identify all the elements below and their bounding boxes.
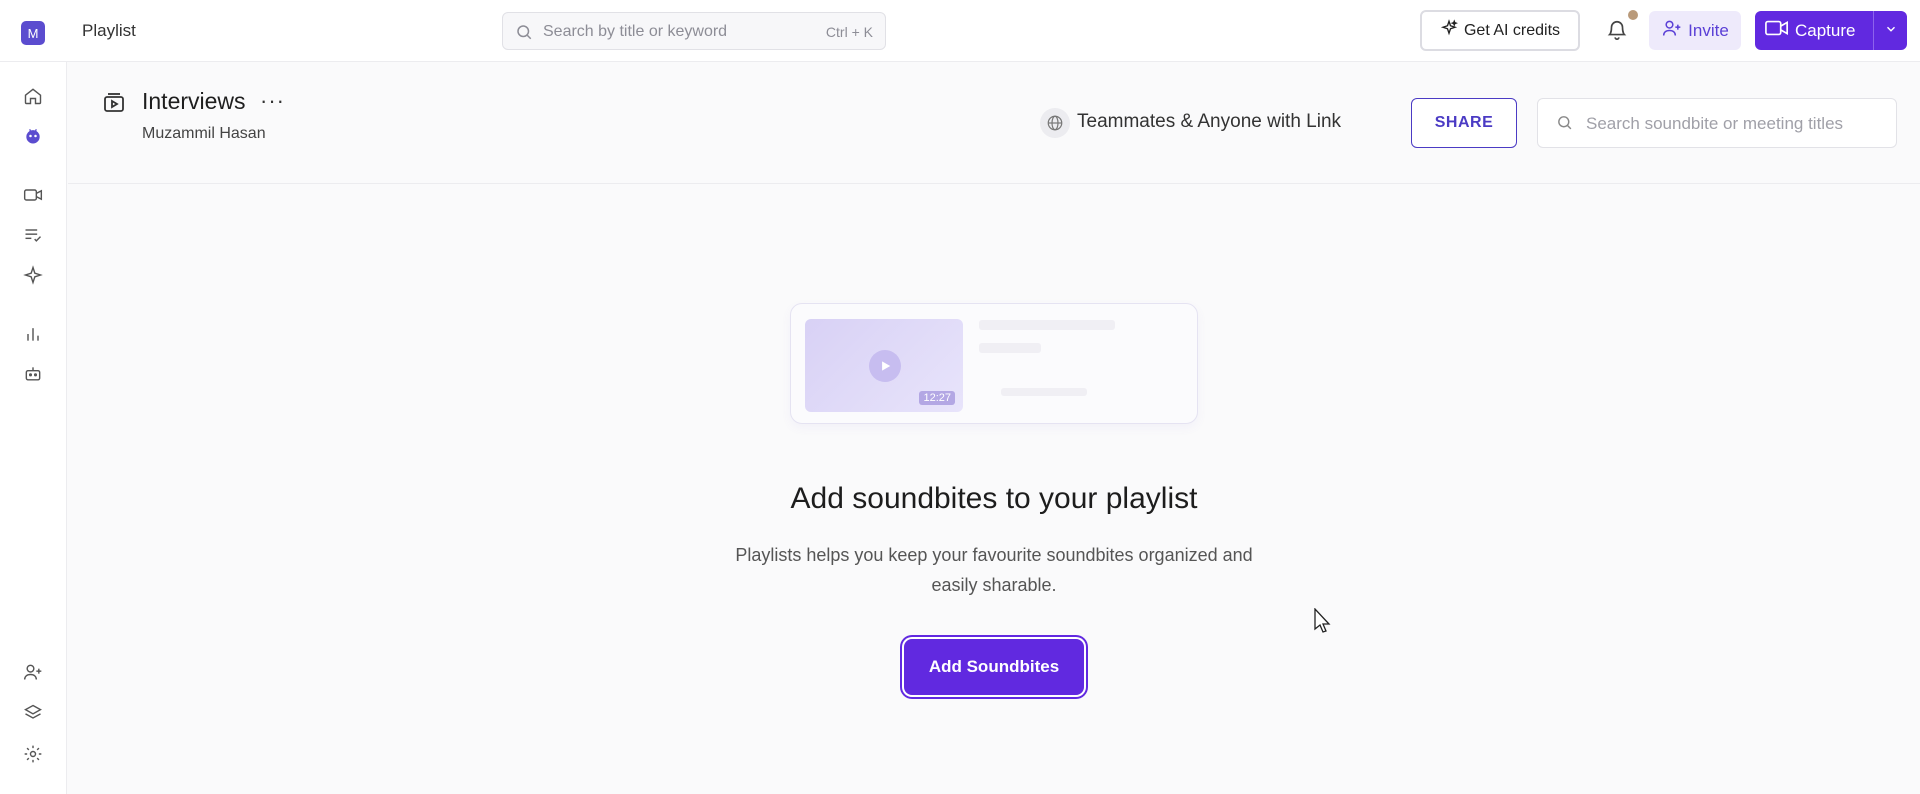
empty-state-title: Add soundbites to your playlist (790, 482, 1198, 515)
mouse-cursor-icon (1313, 607, 1333, 639)
playlist-owner: Muzammil Hasan (142, 125, 266, 142)
ai-credits-label: Get AI credits (1463, 21, 1561, 39)
chevron-down-icon (1884, 21, 1898, 41)
search-icon (1556, 114, 1573, 136)
home-icon[interactable] (23, 86, 45, 108)
global-search-placeholder: Search by title or keyword (543, 23, 728, 40)
capture-label: Capture (1795, 20, 1856, 40)
search-icon (515, 23, 533, 46)
more-options-icon[interactable]: ··· (260, 88, 285, 114)
soundbite-search-input[interactable]: Search soundbite or meeting titles (1537, 98, 1897, 148)
placeholder-line (979, 320, 1115, 330)
video-thumbnail: 12:27 (805, 319, 963, 412)
get-ai-credits-button[interactable]: Get AI credits (1420, 10, 1580, 51)
workspace-avatar[interactable]: M (21, 21, 45, 45)
add-soundbites-button[interactable]: Add Soundbites (904, 639, 1084, 695)
search-shortcut-hint: Ctrl + K (825, 24, 873, 40)
bar-chart-icon[interactable] (23, 324, 45, 346)
list-check-icon[interactable] (23, 225, 45, 247)
thumbnail-duration: 12:27 (919, 391, 955, 405)
bot-avatar-icon[interactable] (23, 126, 45, 148)
sparkle-icon (1440, 19, 1458, 42)
empty-state-illustration: 12:27 (790, 303, 1198, 424)
empty-state-description: Playlists helps you keep your favourite … (735, 545, 1253, 595)
invite-label: Invite (1688, 20, 1729, 40)
invite-button[interactable]: Invite (1649, 11, 1741, 50)
capture-dropdown-toggle[interactable] (1874, 21, 1907, 41)
playlist-icon (102, 90, 126, 119)
globe-icon[interactable] (1040, 108, 1070, 138)
bell-icon[interactable] (1606, 18, 1628, 47)
capture-button[interactable]: Capture (1755, 11, 1907, 50)
capture-main[interactable]: Capture (1755, 19, 1873, 42)
page-label: Playlist (82, 21, 136, 40)
access-setting[interactable]: Teammates & Anyone with Link (1077, 111, 1341, 133)
add-user-icon[interactable] (23, 662, 45, 684)
play-icon (869, 350, 901, 382)
global-search-input[interactable]: Search by title or keyword Ctrl + K (502, 12, 886, 50)
placeholder-line (979, 343, 1041, 353)
soundbite-search-placeholder: Search soundbite or meeting titles (1586, 114, 1844, 133)
add-user-icon (1661, 18, 1683, 43)
layers-icon[interactable] (23, 703, 45, 725)
notification-dot (1628, 10, 1638, 20)
video-icon[interactable] (23, 185, 45, 207)
sparkle-icon[interactable] (23, 265, 45, 287)
top-bar: M Playlist Search by title or keyword Ct… (0, 0, 1920, 62)
robot-icon[interactable] (23, 364, 45, 386)
video-icon (1765, 19, 1789, 42)
settings-icon[interactable] (23, 744, 45, 766)
share-button[interactable]: SHARE (1411, 98, 1517, 148)
placeholder-line (1001, 388, 1087, 396)
app-root: M Playlist Search by title or keyword Ct… (0, 0, 1920, 794)
sidebar (0, 62, 67, 794)
playlist-title[interactable]: Interviews (142, 88, 246, 115)
playlist-header: Interviews ··· Muzammil Hasan Teammates … (68, 62, 1920, 184)
